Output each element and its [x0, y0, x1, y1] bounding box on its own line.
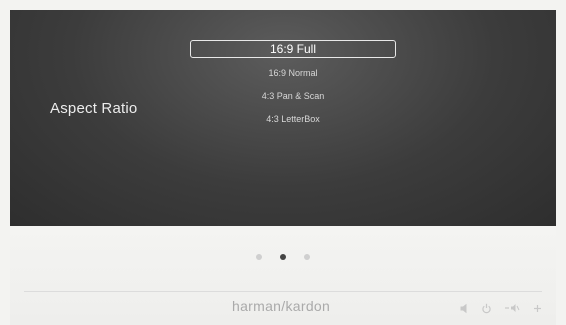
page-indicator	[10, 254, 556, 260]
mute-speaker-icon[interactable]	[460, 303, 469, 314]
control-panel: harman/kardon	[10, 226, 556, 325]
page-dot-3[interactable]	[304, 254, 310, 260]
panel-divider	[24, 291, 542, 292]
menu-item-4-3-letterbox[interactable]: 4:3 LetterBox	[190, 108, 396, 131]
aspect-ratio-menu: 16:9 Full 16:9 Normal 4:3 Pan & Scan 4:3…	[190, 40, 396, 131]
menu-item-16-9-normal[interactable]: 16:9 Normal	[190, 62, 396, 85]
page-dot-1[interactable]	[256, 254, 262, 260]
tv-screen: Aspect Ratio 16:9 Full 16:9 Normal 4:3 P…	[10, 10, 556, 226]
brand-logo: harman/kardon	[232, 298, 330, 314]
power-icon[interactable]	[482, 303, 491, 314]
page-dot-2-active[interactable]	[280, 254, 286, 260]
brand-name-left: harman	[232, 298, 282, 314]
volume-icon[interactable]	[504, 303, 520, 313]
plus-icon[interactable]	[533, 304, 542, 313]
menu-item-16-9-full[interactable]: 16:9 Full	[190, 40, 396, 58]
panel-controls	[460, 302, 542, 314]
menu-item-4-3-pan-scan[interactable]: 4:3 Pan & Scan	[190, 85, 396, 108]
setting-title: Aspect Ratio	[50, 100, 138, 117]
brand-name-right: kardon	[285, 298, 331, 314]
device-frame: Aspect Ratio 16:9 Full 16:9 Normal 4:3 P…	[0, 0, 566, 325]
